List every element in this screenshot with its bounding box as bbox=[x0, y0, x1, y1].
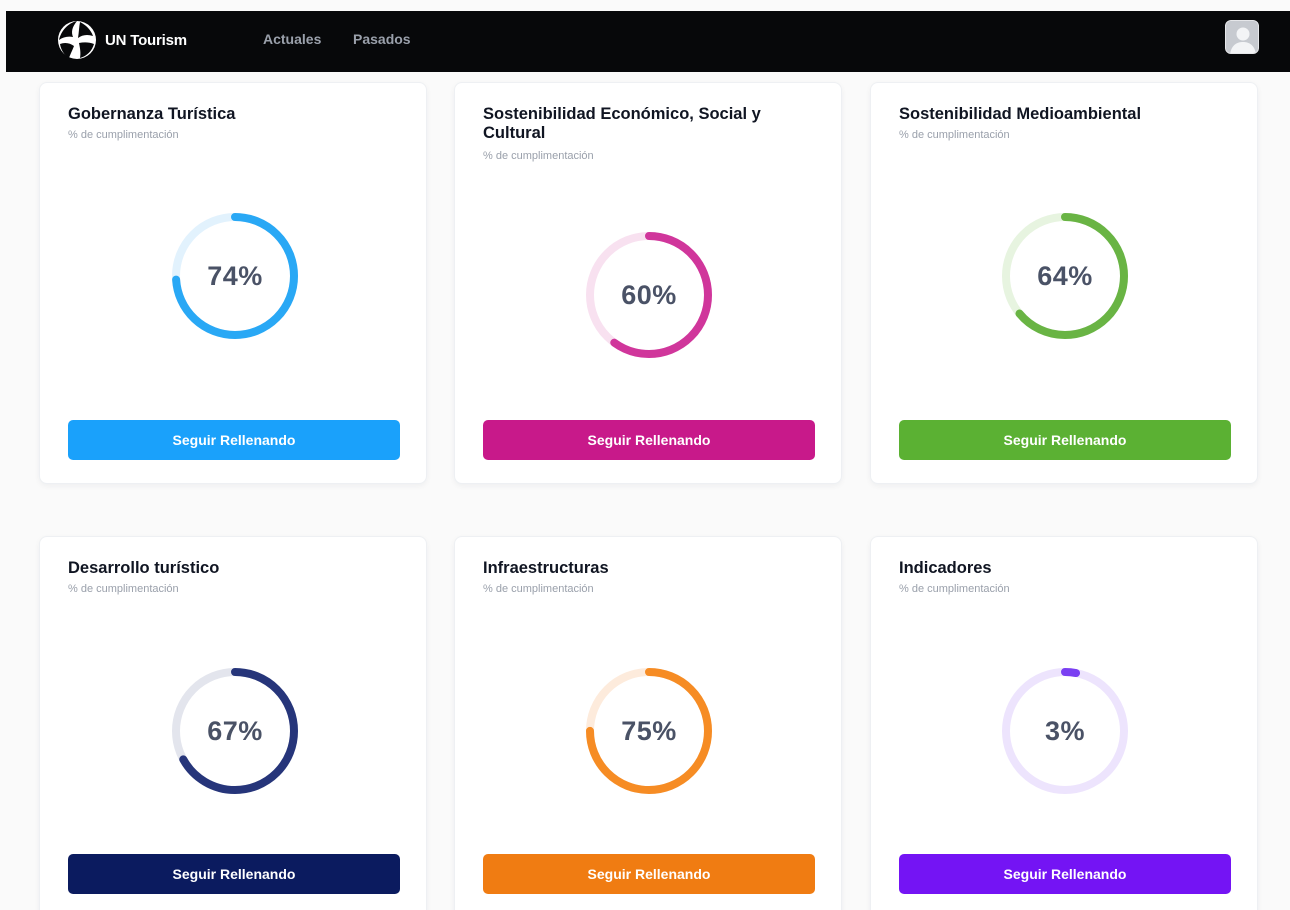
card-subtitle: % de cumplimentación bbox=[483, 583, 594, 595]
card-title: Sostenibilidad Económico, Social y Cultu… bbox=[483, 105, 761, 142]
brand-name: UN Tourism bbox=[105, 31, 187, 49]
card-title: Infraestructuras bbox=[483, 559, 609, 577]
card-subtitle: % de cumplimentación bbox=[899, 583, 1010, 595]
nav-actuales[interactable]: Actuales bbox=[263, 31, 321, 47]
card-desarrollo-turistico: Desarrollo turístico % de cumplimentació… bbox=[39, 536, 427, 910]
nav-pasados[interactable]: Pasados bbox=[353, 31, 411, 47]
top-navbar: UN Tourism Actuales Pasados bbox=[6, 11, 1290, 72]
seguir-rellenando-button[interactable]: Seguir Rellenando bbox=[483, 420, 815, 460]
progress-value: 67% bbox=[207, 715, 263, 746]
card-gobernanza: Gobernanza Turística % de cumplimentació… bbox=[39, 82, 427, 484]
card-title: Indicadores bbox=[899, 559, 992, 577]
seguir-rellenando-button[interactable]: Seguir Rellenando bbox=[483, 854, 815, 894]
progress-value: 74% bbox=[207, 260, 263, 291]
seguir-rellenando-button[interactable]: Seguir Rellenando bbox=[899, 854, 1231, 894]
un-tourism-logo-icon bbox=[58, 21, 96, 59]
card-infraestructuras: Infraestructuras % de cumplimentación 75… bbox=[454, 536, 842, 910]
brand-logo[interactable]: UN Tourism bbox=[56, 19, 187, 61]
user-avatar-icon bbox=[1226, 21, 1258, 53]
seguir-rellenando-button[interactable]: Seguir Rellenando bbox=[68, 854, 400, 894]
card-sostenibilidad-economico: Sostenibilidad Económico, Social y Cultu… bbox=[454, 82, 842, 484]
seguir-rellenando-button[interactable]: Seguir Rellenando bbox=[68, 420, 400, 460]
card-title: Gobernanza Turística bbox=[68, 105, 236, 123]
card-subtitle: % de cumplimentación bbox=[483, 150, 594, 162]
user-avatar[interactable] bbox=[1225, 20, 1259, 54]
progress-value: 64% bbox=[1037, 260, 1093, 291]
progress-value: 75% bbox=[621, 715, 677, 746]
progress-value: 60% bbox=[621, 279, 677, 310]
card-subtitle: % de cumplimentación bbox=[68, 583, 179, 595]
card-subtitle: % de cumplimentación bbox=[899, 129, 1010, 141]
seguir-rellenando-button[interactable]: Seguir Rellenando bbox=[899, 420, 1231, 460]
card-sostenibilidad-medioambiental: Sostenibilidad Medioambiental % de cumpl… bbox=[870, 82, 1258, 484]
progress-value: 3% bbox=[1044, 715, 1086, 746]
card-indicadores: Indicadores % de cumplimentación 3% Segu… bbox=[870, 536, 1258, 910]
card-title: Sostenibilidad Medioambiental bbox=[899, 105, 1142, 123]
card-subtitle: % de cumplimentación bbox=[68, 129, 179, 141]
app-frame: UN Tourism Actuales Pasados Gobernanza T… bbox=[0, 0, 1290, 910]
card-title: Desarrollo turístico bbox=[68, 559, 220, 577]
